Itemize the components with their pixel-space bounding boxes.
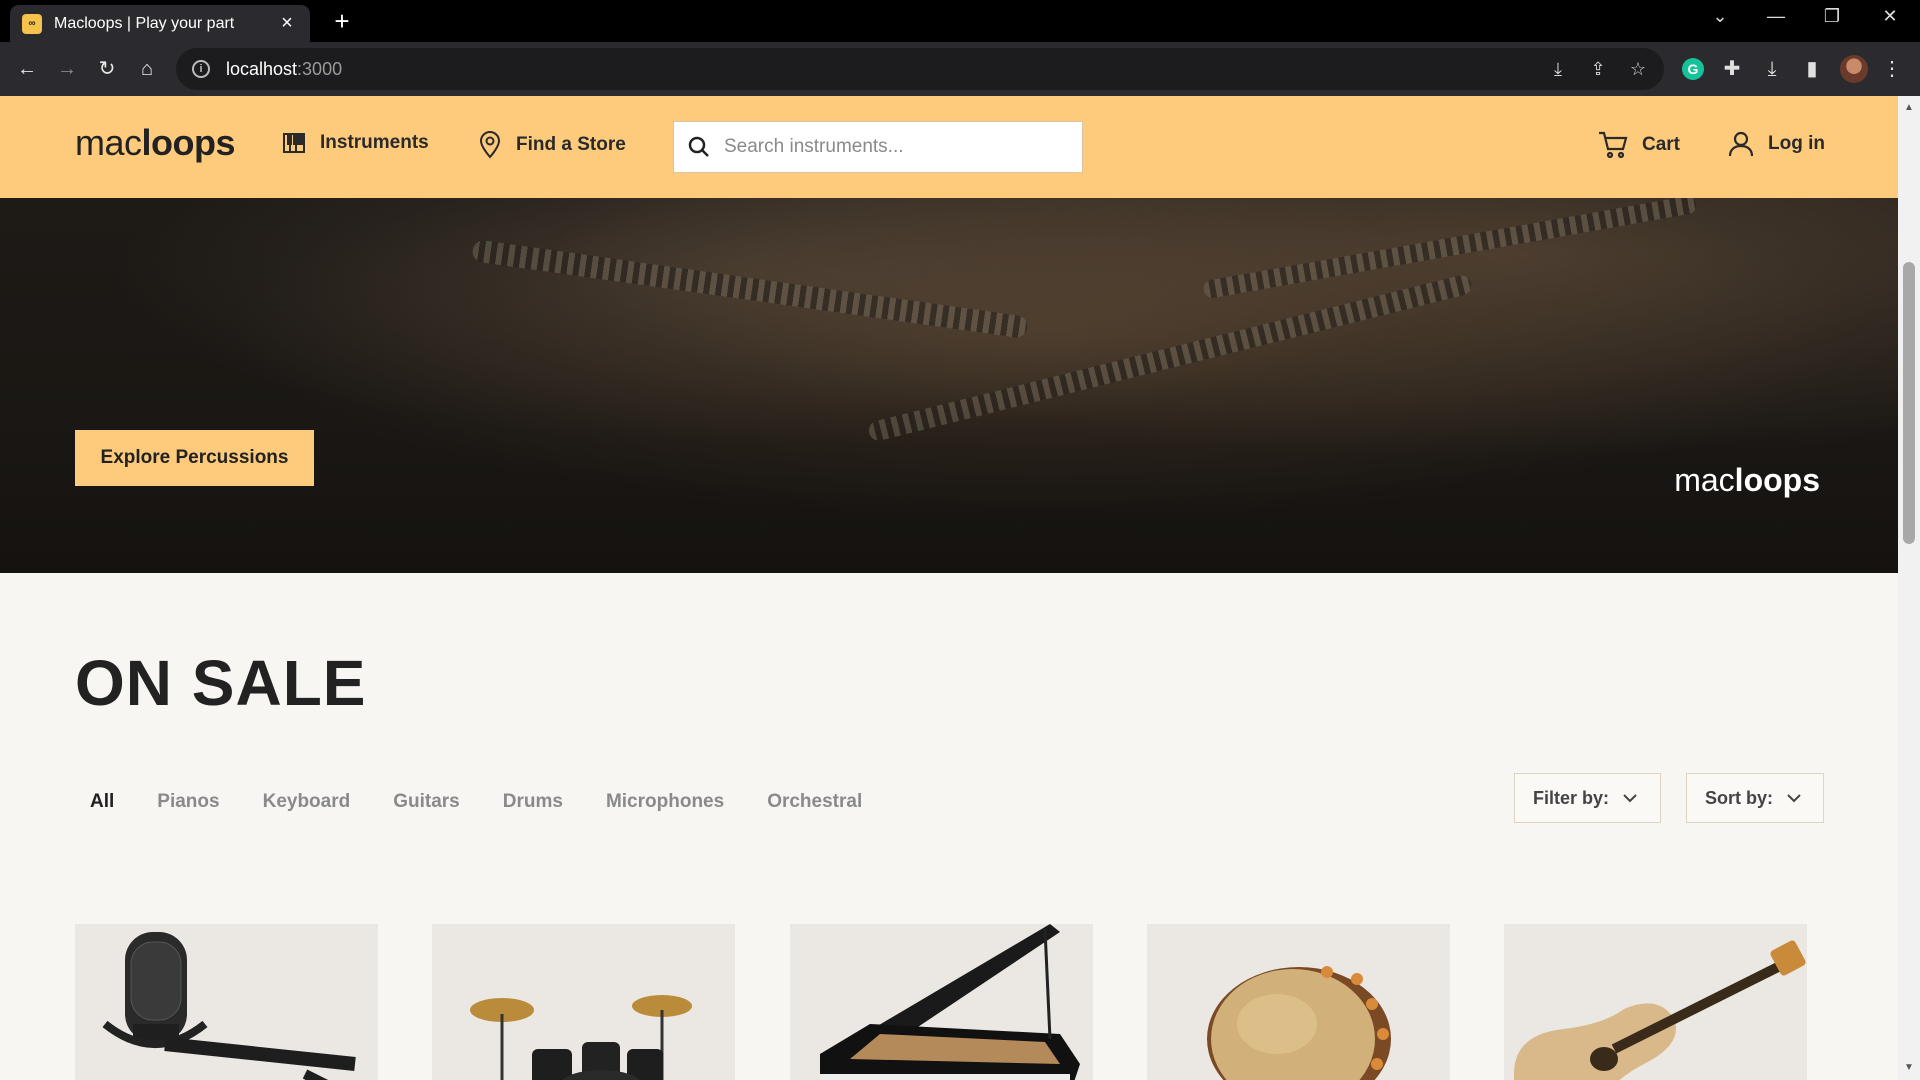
hero-banner: Explore Percussions macloops (0, 198, 1898, 573)
tab-search-icon[interactable]: ⌄ (1700, 6, 1740, 27)
nav-find-store-label: Find a Store (516, 134, 626, 155)
logo-text-light: mac (75, 122, 142, 163)
nav-instruments[interactable]: Instruments (282, 131, 429, 155)
share-icon[interactable]: ⇪ (1586, 59, 1610, 79)
user-icon (1728, 131, 1754, 157)
microphone-image (102, 932, 356, 1080)
hero-logo-text-light: mac (1674, 462, 1735, 498)
browser-menu-icon[interactable]: ⋮ (1877, 54, 1907, 84)
page-scrollbar[interactable]: ▲ ▼ (1898, 96, 1920, 1080)
bookmark-star-icon[interactable]: ☆ (1626, 59, 1650, 79)
drum-kit-image (470, 995, 692, 1080)
category-tabs: All Pianos Keyboard Guitars Drums Microp… (75, 786, 877, 818)
map-pin-icon (479, 131, 501, 159)
tab-title: Macloops | Play your part (54, 14, 235, 32)
cart-icon (1599, 131, 1628, 159)
browser-tab-bar: ∞ Macloops | Play your part × + ⌄ — ❐ ✕ (0, 0, 1920, 42)
product-card[interactable] (432, 924, 735, 1080)
chevron-down-icon (1787, 794, 1801, 803)
hero-rope-decoration (471, 239, 1029, 339)
grand-piano-image (820, 924, 1080, 1080)
macloops-logo[interactable]: macloops (75, 122, 236, 164)
new-tab-button[interactable]: + (326, 8, 358, 36)
logo-text-bold: loops (141, 122, 236, 163)
scrollbar-thumb[interactable] (1903, 262, 1915, 544)
login-button[interactable]: Log in (1728, 131, 1825, 157)
site-header: macloops Instruments Find a Store Cart L… (0, 96, 1898, 198)
login-label: Log in (1768, 133, 1825, 154)
back-icon[interactable]: ← (12, 54, 42, 84)
sort-label: Sort by: (1705, 787, 1774, 808)
chevron-down-icon (1623, 794, 1637, 803)
tab-all[interactable]: All (75, 786, 129, 818)
restore-button[interactable]: ❐ (1812, 6, 1852, 27)
macloops-favicon-icon: ∞ (22, 13, 42, 34)
tab-drums[interactable]: Drums (488, 786, 578, 818)
search-icon (688, 136, 709, 157)
cart-label: Cart (1642, 134, 1681, 155)
forward-icon[interactable]: → (52, 54, 82, 84)
search-input[interactable] (724, 136, 1064, 158)
explore-percussions-button[interactable]: Explore Percussions (75, 430, 314, 486)
address-bar[interactable]: i localhost:3000 ⤓ ⇪ ☆ (176, 48, 1664, 90)
cart-button[interactable]: Cart (1598, 131, 1680, 159)
on-sale-title: ON SALE (75, 647, 367, 719)
close-window-button[interactable]: ✕ (1870, 6, 1910, 27)
frame-drum-image (1207, 966, 1391, 1080)
tab-keyboard[interactable]: Keyboard (248, 786, 366, 818)
page-viewport: macloops Instruments Find a Store Cart L… (0, 96, 1898, 1080)
filter-dropdown[interactable]: Filter by: (1514, 773, 1661, 823)
product-card[interactable] (790, 924, 1093, 1080)
browser-toolbar: ← → ↻ ⌂ i localhost:3000 ⤓ ⇪ ☆ G ✚ ⤓ ▮ ⋮ (0, 42, 1920, 96)
nav-find-store[interactable]: Find a Store (478, 131, 626, 159)
search-box (673, 121, 1083, 173)
filter-label: Filter by: (1533, 787, 1610, 808)
profile-avatar[interactable] (1840, 55, 1868, 83)
hero-macloops-logo: macloops (1674, 462, 1820, 499)
tab-guitars[interactable]: Guitars (378, 786, 475, 818)
nav-instruments-label: Instruments (320, 132, 429, 153)
product-card[interactable] (1147, 924, 1450, 1080)
side-panel-icon[interactable]: ▮ (1797, 54, 1827, 84)
product-card[interactable] (75, 924, 378, 1080)
url-host: localhost (226, 58, 298, 79)
reload-icon[interactable]: ↻ (92, 54, 122, 84)
scroll-up-arrow-icon[interactable]: ▲ (1903, 102, 1915, 114)
sort-dropdown[interactable]: Sort by: (1686, 773, 1824, 823)
product-card[interactable] (1504, 924, 1807, 1080)
downloads-icon[interactable]: ⤓ (1757, 54, 1787, 84)
install-app-icon[interactable]: ⤓ (1546, 59, 1570, 79)
scroll-down-arrow-icon[interactable]: ▼ (1903, 1062, 1915, 1074)
tab-close-icon[interactable]: × (276, 12, 298, 35)
url-port: :3000 (297, 58, 343, 79)
hero-rope-decoration (866, 273, 1474, 443)
grammarly-extension-icon[interactable]: G (1682, 58, 1704, 80)
tab-pianos[interactable]: Pianos (142, 786, 234, 818)
hero-logo-text-bold: loops (1734, 462, 1820, 498)
minimize-button[interactable]: — (1756, 6, 1796, 27)
site-info-icon[interactable]: i (192, 60, 210, 78)
tab-orchestral[interactable]: Orchestral (752, 786, 877, 818)
extensions-puzzle-icon[interactable]: ✚ (1717, 54, 1747, 84)
browser-tab[interactable]: ∞ Macloops | Play your part × (10, 5, 310, 42)
tab-microphones[interactable]: Microphones (591, 786, 739, 818)
home-icon[interactable]: ⌂ (132, 54, 162, 84)
acoustic-guitar-image (1514, 940, 1806, 1080)
piano-keys-icon (283, 133, 305, 153)
